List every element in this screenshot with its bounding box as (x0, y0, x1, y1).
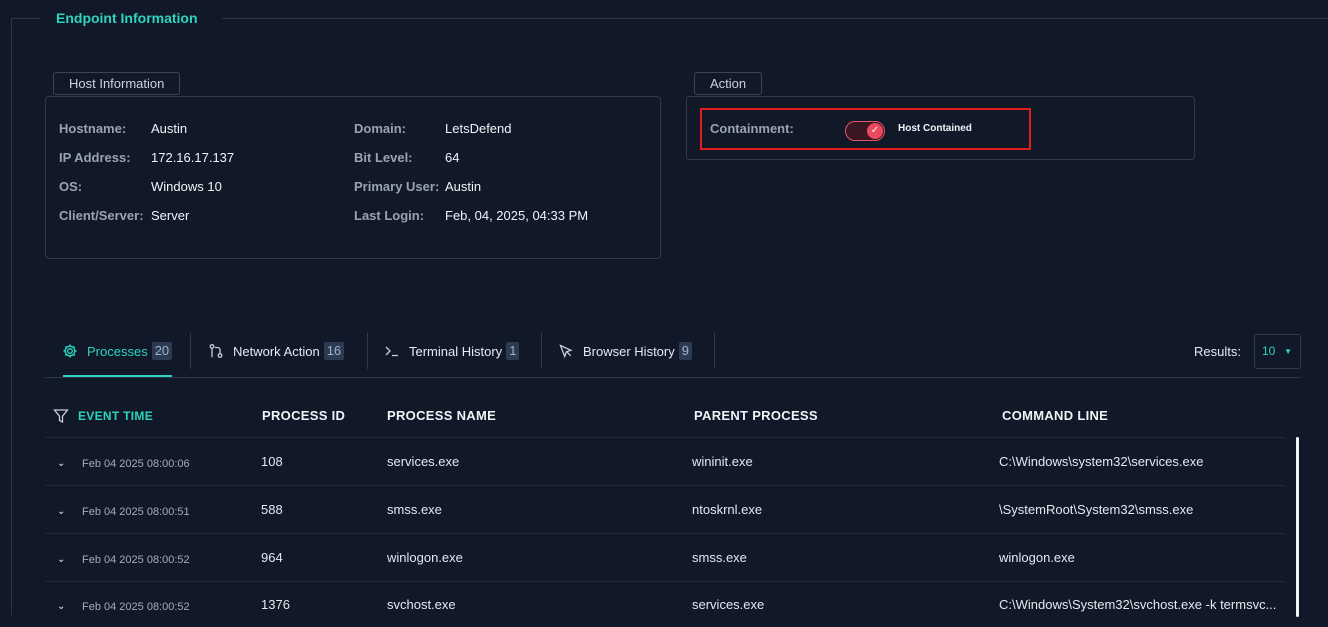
filter-icon[interactable] (53, 408, 69, 424)
frame-border (11, 18, 41, 19)
tab-count-badge: 1 (506, 342, 520, 360)
parent-process-cell: ntoskrnl.exe (692, 502, 763, 517)
process-id-cell: 108 (261, 454, 283, 469)
tab-browser-history[interactable]: Browser History 9 (558, 340, 692, 362)
parent-process-cell: wininit.exe (692, 454, 753, 469)
action-legend: Action (694, 72, 763, 95)
results-value: 10 (1262, 344, 1276, 358)
process-name-cell: services.exe (387, 454, 460, 469)
row-divider (45, 485, 1285, 486)
command-line-cell: \SystemRoot\System32\smss.exe (999, 502, 1194, 517)
client-server-value: Server (151, 208, 190, 223)
tab-count-badge: 9 (678, 342, 692, 360)
tab-label: Terminal History (409, 343, 503, 359)
gear-icon (62, 343, 78, 359)
field-label: Primary User: (354, 179, 440, 194)
event-time-cell: Feb 04 2025 08:00:51 (82, 506, 190, 518)
tab-count-badge: 20 (151, 342, 173, 360)
results-per-page-select[interactable]: 10 ▼ (1254, 334, 1301, 369)
hostname-value: Austin (151, 121, 188, 136)
process-name-cell: winlogon.exe (387, 550, 463, 565)
chevron-down-icon[interactable]: ⌄ (57, 601, 65, 612)
tab-label: Browser History (583, 343, 675, 359)
cursor-icon (558, 343, 574, 359)
tab-count-badge: 16 (323, 342, 345, 360)
row-divider (45, 437, 1285, 438)
column-header-process-id: PROCESS ID (262, 408, 346, 423)
scrollbar[interactable] (1296, 437, 1299, 617)
column-header-event-time[interactable]: EVENT TIME (78, 409, 153, 423)
frame-border (222, 18, 1328, 19)
ip-address-value: 172.16.17.137 (151, 150, 235, 165)
column-header-command-line: COMMAND LINE (1002, 408, 1109, 423)
tab-divider (541, 333, 542, 369)
tab-divider (714, 333, 715, 369)
last-login-value: Feb, 04, 2025, 04:33 PM (445, 208, 589, 223)
parent-process-cell: smss.exe (692, 550, 747, 565)
command-line-cell: C:\Windows\system32\services.exe (999, 454, 1204, 469)
process-id-cell: 1376 (261, 597, 290, 612)
field-label: Bit Level: (354, 150, 413, 165)
process-name-cell: smss.exe (387, 502, 442, 517)
tab-terminal-history[interactable]: Terminal History 1 (384, 340, 520, 362)
containment-toggle[interactable]: ✓ (845, 121, 885, 141)
chevron-down-icon[interactable]: ⌄ (57, 506, 65, 517)
event-time-cell: Feb 04 2025 08:00:52 (82, 601, 190, 613)
chevron-down-icon[interactable]: ⌄ (57, 458, 65, 469)
section-title: Endpoint Information (56, 10, 198, 26)
chevron-down-icon: ▼ (1284, 347, 1292, 356)
containment-label: Containment: (710, 121, 794, 136)
check-icon: ✓ (867, 123, 883, 139)
tab-label: Processes (87, 343, 148, 359)
domain-value: LetsDefend (445, 121, 512, 136)
field-label: Last Login: (354, 208, 425, 223)
bit-level-value: 64 (445, 150, 460, 165)
field-label: Domain: (354, 121, 406, 136)
column-header-parent-process: PARENT PROCESS (694, 408, 818, 423)
column-header-process-name: PROCESS NAME (387, 408, 497, 423)
tab-network-action[interactable]: Network Action 16 (208, 340, 345, 362)
process-name-cell: svchost.exe (387, 597, 456, 612)
tab-processes[interactable]: Processes 20 (62, 340, 173, 362)
row-divider (45, 581, 1285, 582)
containment-status: Host Contained (898, 123, 972, 134)
primary-user-value: Austin (445, 179, 482, 194)
command-line-cell: winlogon.exe (999, 550, 1075, 565)
field-label: Hostname: (59, 121, 127, 136)
terminal-icon (384, 343, 400, 359)
process-id-cell: 964 (261, 550, 283, 565)
event-time-cell: Feb 04 2025 08:00:52 (82, 554, 190, 566)
chevron-down-icon[interactable]: ⌄ (57, 554, 65, 565)
tabs-divider-line (45, 377, 1301, 378)
git-branch-icon (208, 343, 224, 359)
results-label: Results: (1194, 344, 1241, 359)
host-info-panel (45, 96, 661, 259)
row-divider (45, 533, 1285, 534)
tab-divider (190, 333, 191, 369)
field-label: IP Address: (59, 150, 131, 165)
event-time-cell: Feb 04 2025 08:00:06 (82, 458, 190, 470)
process-id-cell: 588 (261, 502, 283, 517)
field-label: OS: (59, 179, 83, 194)
os-value: Windows 10 (151, 179, 222, 194)
frame-border (11, 18, 12, 615)
parent-process-cell: services.exe (692, 597, 765, 612)
field-label: Client/Server: (59, 208, 144, 223)
command-line-cell: C:\Windows\System32\svchost.exe -k terms… (999, 597, 1277, 612)
tab-divider (367, 333, 368, 369)
tab-label: Network Action (233, 343, 320, 359)
host-info-legend: Host Information (53, 72, 181, 95)
